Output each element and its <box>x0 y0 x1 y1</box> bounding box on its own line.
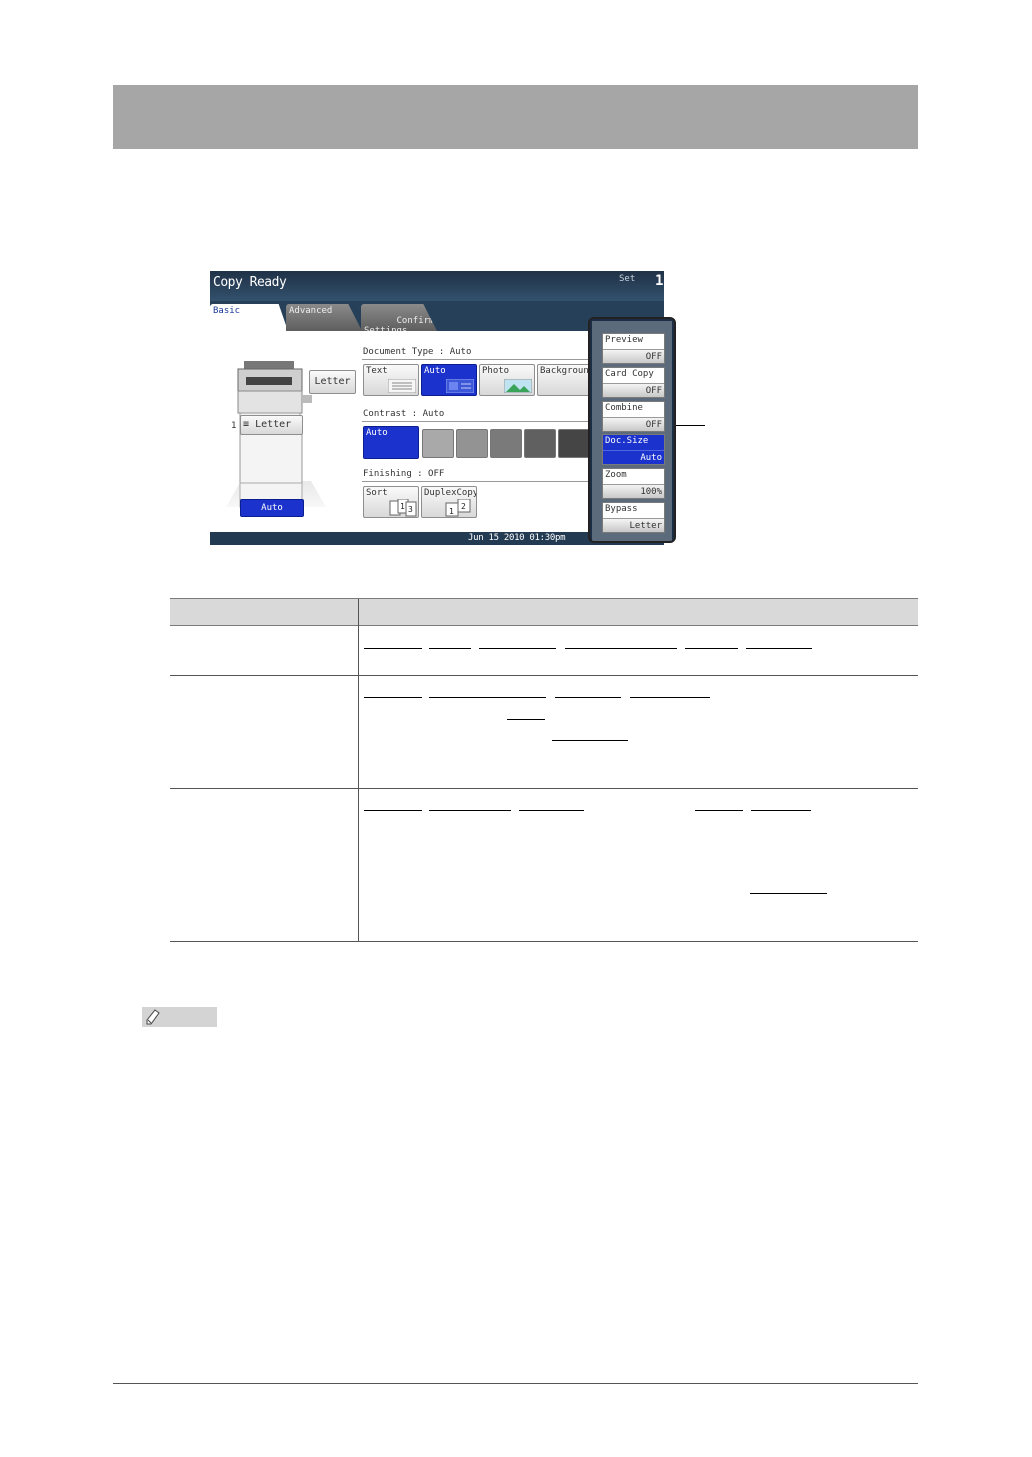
table-row <box>429 810 511 811</box>
sort-icon: 13 <box>389 499 417 517</box>
doc-size-name: Doc.Size <box>605 436 649 446</box>
contrast-label: Contrast : Auto <box>363 409 445 419</box>
doctype-photo-label: Photo <box>482 366 510 376</box>
combine-value: OFF <box>645 420 662 430</box>
svg-text:1: 1 <box>400 502 405 511</box>
text-doc-icon <box>388 379 416 393</box>
table-bottom-rule <box>170 941 918 942</box>
tab-basic-label: Basic <box>213 306 241 316</box>
table-column-divider <box>358 599 359 942</box>
table-row <box>555 697 621 698</box>
screen-title: Copy Ready <box>213 275 287 290</box>
preview-button[interactable]: Preview OFF <box>602 333 665 364</box>
card-copy-name: Card Copy <box>605 369 654 379</box>
svg-text:2: 2 <box>461 502 466 511</box>
tray-icon: ≡ <box>243 419 250 430</box>
svg-text:1: 1 <box>449 507 454 516</box>
finishing-label: Finishing : OFF <box>363 469 445 479</box>
doctype-auto-button[interactable]: Auto <box>421 364 477 396</box>
table-row <box>364 697 422 698</box>
bypass-name: Bypass <box>605 504 638 514</box>
card-copy-value: OFF <box>645 386 662 396</box>
doctype-auto-label: Auto <box>424 366 446 376</box>
combine-name: Combine <box>605 403 643 413</box>
set-count: 1 <box>655 273 664 289</box>
contrast-level-5[interactable] <box>558 429 590 458</box>
table-row <box>751 810 811 811</box>
zoom-value: 100% <box>640 487 662 497</box>
doctype-text-button[interactable]: Text <box>363 364 419 396</box>
auto-doc-icon <box>446 379 474 393</box>
preview-name: Preview <box>605 335 643 345</box>
bypass-button[interactable]: Bypass Letter <box>602 502 665 533</box>
combine-button[interactable]: Combine OFF <box>602 401 665 432</box>
zoom-button[interactable]: Zoom 100% <box>602 468 665 499</box>
section-header-bar <box>113 85 918 149</box>
footer-rule <box>113 1383 918 1384</box>
paper-tray-button[interactable]: Letter <box>309 370 356 394</box>
table-row <box>552 740 628 741</box>
svg-text:3: 3 <box>408 505 413 514</box>
table-row <box>429 697 546 698</box>
contrast-auto-button[interactable]: Auto <box>363 426 419 459</box>
sort-button[interactable]: Sort 13 <box>363 486 419 518</box>
tray1-number: 1 <box>231 421 237 431</box>
doctype-background-label: Background <box>540 366 595 376</box>
divider <box>362 481 588 482</box>
doc-size-value: Auto <box>640 453 662 463</box>
doctype-photo-button[interactable]: Photo <box>479 364 535 396</box>
contrast-auto-label: Auto <box>366 428 388 438</box>
auto-paper-label: Auto <box>261 503 283 513</box>
table-row <box>364 810 422 811</box>
duplex-copy-label: DuplexCopy <box>424 488 477 498</box>
contrast-level-3[interactable] <box>490 429 522 458</box>
divider <box>362 359 588 360</box>
table-row <box>565 648 677 649</box>
set-label: Set <box>619 274 636 284</box>
table-row <box>630 697 710 698</box>
divider <box>362 421 588 422</box>
datetime: Jun 15 2010 01:30pm <box>468 533 566 543</box>
tray1-label: Letter <box>255 419 292 430</box>
contrast-level-2[interactable] <box>456 429 488 458</box>
tab-advanced[interactable]: Advanced <box>286 304 362 331</box>
table-row <box>695 810 743 811</box>
duplex-copy-button[interactable]: DuplexCopy 12 <box>421 486 477 518</box>
tab-confirm-settings[interactable]: Confirm Settings <box>361 304 437 331</box>
table-row <box>746 648 812 649</box>
tray1-button[interactable]: ≡ Letter <box>240 415 303 435</box>
paper-tray-label: Letter <box>314 376 351 387</box>
auto-paper-button[interactable]: Auto <box>240 499 304 517</box>
duplex-icon: 12 <box>445 499 471 517</box>
tab-advanced-label: Advanced <box>289 306 333 316</box>
side-function-panel: Preview OFF Card Copy OFF Combine OFF Do… <box>588 317 676 543</box>
table-header <box>170 598 918 626</box>
table-row <box>507 719 545 720</box>
table-row-divider <box>170 788 918 789</box>
tab-basic[interactable]: Basic <box>210 304 288 331</box>
table-row <box>364 648 422 649</box>
contrast-level-1[interactable] <box>422 429 454 458</box>
card-copy-button[interactable]: Card Copy OFF <box>602 367 665 398</box>
preview-value: OFF <box>645 352 662 362</box>
contrast-level-4[interactable] <box>524 429 556 458</box>
bypass-value: Letter <box>629 521 662 531</box>
zoom-name: Zoom <box>605 470 627 480</box>
table-row <box>429 648 471 649</box>
title-bar: Copy Ready Set 1 <box>210 271 664 301</box>
doc-size-button[interactable]: Doc.Size Auto <box>602 434 665 465</box>
table-row-divider <box>170 675 918 676</box>
table-row <box>479 648 556 649</box>
table-row <box>685 648 738 649</box>
doctype-text-label: Text <box>366 366 388 376</box>
callout-line <box>676 425 705 426</box>
table-row <box>750 893 827 894</box>
pencil-icon <box>146 1009 160 1025</box>
table-row <box>519 810 584 811</box>
photo-doc-icon <box>504 379 532 393</box>
document-type-label: Document Type : Auto <box>363 347 472 357</box>
sort-label: Sort <box>366 488 388 498</box>
